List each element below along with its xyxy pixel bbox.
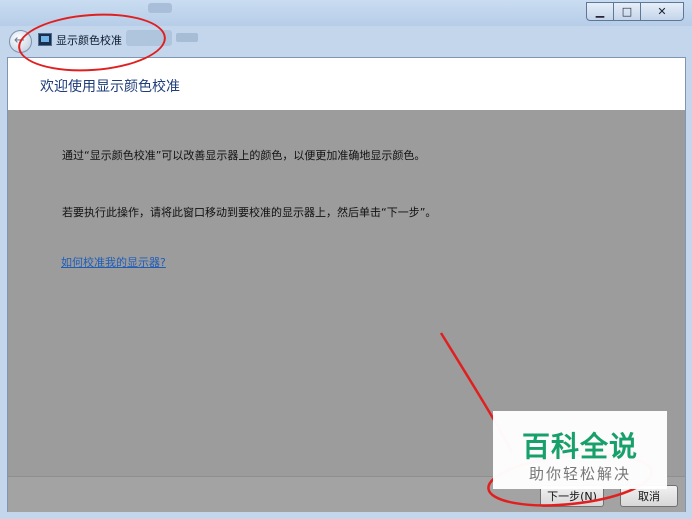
help-link[interactable]: 如何校准我的显示器? <box>61 254 166 270</box>
calibration-window: ▁ □ ✕ ← 显示颜色校准 欢迎使用显示颜色校准 通过“显示颜色校准”可以改善… <box>0 0 692 519</box>
maximize-button[interactable]: □ <box>613 2 641 21</box>
minimize-button[interactable]: ▁ <box>586 2 614 21</box>
title-ghost-small <box>176 33 198 42</box>
instruction-text: 若要执行此操作，请将此窗口移动到要校准的显示器上，然后单击“下一步”。 <box>62 206 437 219</box>
title-blur <box>148 3 172 13</box>
close-button[interactable]: ✕ <box>640 2 684 21</box>
watermark-logo: 百科全说 助你轻松解决 <box>493 411 667 489</box>
window-controls: ▁ □ ✕ <box>586 2 684 21</box>
intro-text: 通过“显示颜色校准”可以改善显示器上的颜色，以便更加准确地显示颜色。 <box>62 149 426 162</box>
watermark-main-text: 百科全说 <box>521 430 638 463</box>
page-title: 欢迎使用显示颜色校准 <box>40 79 180 95</box>
watermark-sub-text: 助你轻松解决 <box>528 465 631 483</box>
